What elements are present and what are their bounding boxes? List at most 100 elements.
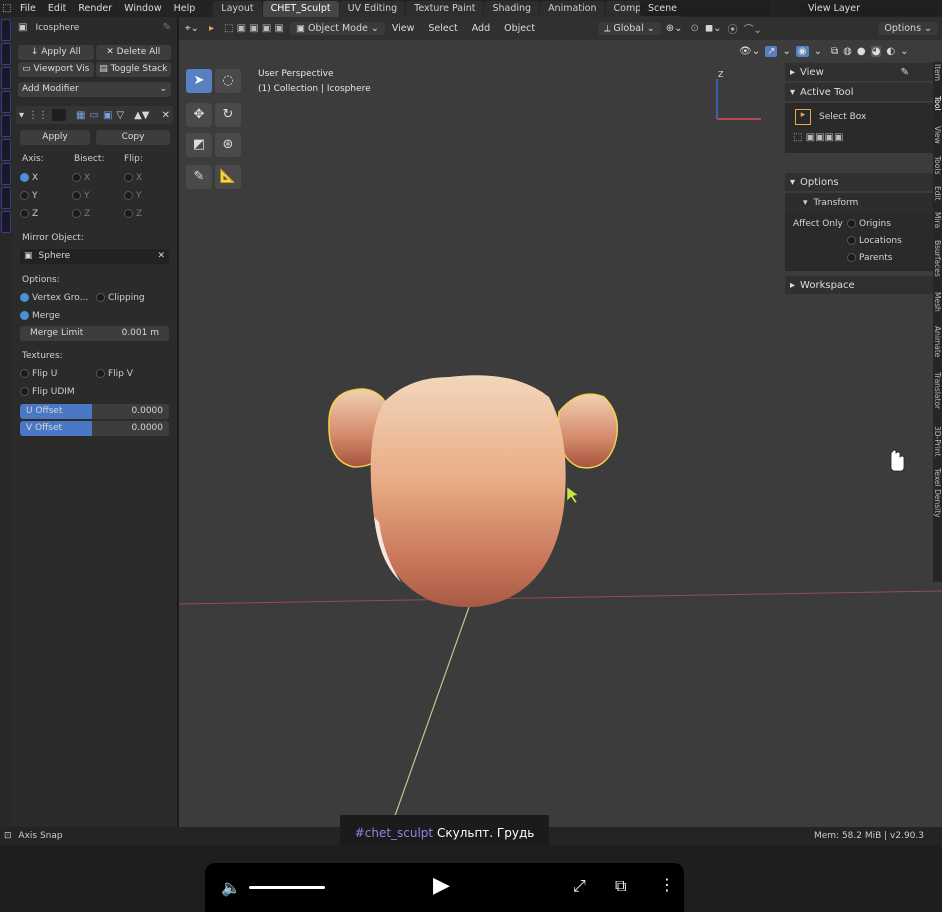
blender-logo-icon[interactable]: ⬚ (0, 0, 14, 17)
copy-button[interactable]: Copy (96, 130, 170, 145)
axis-y-toggle[interactable]: Y (20, 191, 72, 201)
menu-render[interactable]: Render (72, 0, 118, 17)
edit-mode-icon[interactable]: ▦ (76, 110, 85, 121)
select-mode-icons[interactable]: ⬚ ▣▣▣▣ (793, 132, 843, 143)
object-tab-icon[interactable] (1, 139, 11, 161)
apply-all-icon: ↓ (30, 47, 42, 57)
physics-tab-icon[interactable] (1, 211, 11, 233)
mesh-icon: ▣ (18, 22, 28, 33)
flip-z-toggle[interactable]: Z (124, 209, 142, 219)
tab-texture-paint[interactable]: Texture Paint (406, 0, 484, 17)
move-up-icon[interactable]: ▲▼ (134, 110, 149, 121)
bisect-z-toggle[interactable]: Z (72, 209, 124, 219)
fullscreen-icon[interactable]: ⤢ (573, 876, 586, 896)
view-panel-header[interactable]: ▸ View ✎ (785, 63, 933, 81)
options-panel-header[interactable]: ▾ Options (785, 173, 933, 191)
clear-icon[interactable]: ✕ (157, 249, 165, 264)
modifier-tab-icon[interactable] (1, 163, 11, 185)
world-tab-icon[interactable] (1, 115, 11, 137)
toggle-stack-button[interactable]: ▤ Toggle Stack (95, 62, 171, 77)
transform-subpanel-header[interactable]: ▾ Transform (785, 193, 933, 213)
menu-help[interactable]: Help (168, 0, 202, 17)
3d-viewport[interactable]: ⌖⌄ ▸ ⬚ ▣ ▣ ▣ ▣ ▣ Object Mode ⌄ View Sele… (179, 17, 942, 827)
apply-all-button[interactable]: ↓ Apply All (18, 45, 94, 60)
vertex-groups-toggle[interactable]: Vertex Gro... (20, 293, 96, 303)
tab-tool[interactable]: Tool (933, 96, 942, 124)
active-tool-panel-header[interactable]: ▾ Active Tool (785, 83, 933, 101)
flip-u-toggle[interactable]: Flip U (20, 369, 96, 379)
flip-y-toggle[interactable]: Y (124, 191, 142, 201)
tab-edit[interactable]: Edit (933, 186, 942, 210)
clipping-toggle[interactable]: Clipping (96, 293, 145, 303)
mirror-object-field[interactable]: ▣ Sphere ✕ (20, 249, 169, 264)
workspace-panel-header[interactable]: ▸ Workspace (785, 276, 933, 294)
add-modifier-dropdown[interactable]: Add Modifier ⌄ (18, 82, 171, 97)
pin-icon[interactable]: ✎ (901, 67, 933, 78)
flip-udim-toggle[interactable]: Flip UDIM (20, 387, 75, 397)
volume-icon[interactable]: 🔈 (221, 878, 241, 897)
right-ear[interactable] (557, 393, 619, 469)
more-options-icon[interactable]: ⋮ (659, 875, 675, 894)
tool-tab-icon[interactable] (1, 19, 11, 41)
render-toggle-icon[interactable]: ▣ (103, 110, 112, 121)
caption-hashtag[interactable]: #chet_sculpt (355, 826, 433, 840)
menu-edit[interactable]: Edit (42, 0, 72, 17)
hand-cursor-icon (890, 449, 905, 472)
merge-label: Merge (32, 311, 61, 321)
tab-chet-sculpt[interactable]: CHET_Sculpt (262, 0, 339, 17)
tab-animation[interactable]: Animation (540, 0, 605, 17)
view-panel-label: View (800, 66, 824, 78)
tab-uv-editing[interactable]: UV Editing (339, 0, 406, 17)
tab-tools[interactable]: Tools (933, 156, 942, 184)
miniplayer-icon[interactable]: ⧉ (615, 876, 626, 896)
menu-file[interactable]: File (14, 0, 42, 17)
select-box-label: Select Box (819, 112, 867, 122)
merge-limit-field[interactable]: Merge Limit 0.001 m (20, 326, 169, 341)
play-icon[interactable]: ▶ (433, 873, 450, 898)
flip-label: Flip: (124, 154, 143, 164)
tab-mira[interactable]: Mira (933, 212, 942, 238)
bisect-y-toggle[interactable]: Y (72, 191, 124, 201)
modifier-name-field[interactable] (52, 109, 67, 121)
tab-bsurfaces[interactable]: Bsurfaces (933, 240, 942, 290)
icosphere-head[interactable] (370, 375, 566, 607)
render-tab-icon[interactable] (1, 43, 11, 65)
merge-toggle[interactable]: Merge (20, 311, 60, 321)
radio-icon (124, 173, 133, 182)
scene-selector[interactable]: Scene (640, 1, 770, 16)
flip-v-toggle[interactable]: Flip V (96, 369, 133, 379)
tab-3d-print[interactable]: 3D-Print (933, 426, 942, 466)
locations-toggle[interactable]: Locations (847, 236, 902, 246)
delete-all-button[interactable]: ✕ Delete All (95, 45, 171, 60)
tab-texel-density[interactable]: Texel Density (933, 468, 942, 528)
v-offset-field[interactable]: V Offset 0.0000 (20, 421, 169, 436)
view-layer-selector[interactable]: View Layer (800, 1, 942, 16)
bisect-x-toggle[interactable]: X (72, 173, 124, 183)
select-box-tool-row[interactable]: ▸ Select Box (795, 109, 866, 125)
tab-translator[interactable]: Translator (933, 372, 942, 424)
scene-tab-icon[interactable] (1, 91, 11, 113)
origins-toggle[interactable]: Origins (847, 219, 891, 229)
particles-tab-icon[interactable] (1, 187, 11, 209)
flip-x-toggle[interactable]: X (124, 173, 142, 183)
tab-item[interactable]: Item (933, 64, 942, 94)
tab-view[interactable]: View (933, 126, 942, 154)
tab-layout[interactable]: Layout (213, 0, 262, 17)
axis-x-toggle[interactable]: X (20, 173, 72, 183)
pin-icon[interactable]: ✎ (163, 22, 171, 33)
collapse-triangle-icon[interactable]: ▾ (19, 110, 24, 121)
viewport-toggle-icon[interactable]: ▭ (89, 110, 98, 121)
tab-animate[interactable]: Animate (933, 326, 942, 370)
cage-icon[interactable]: ▽ (116, 110, 124, 121)
remove-modifier-icon[interactable]: ✕ (162, 110, 170, 121)
apply-button[interactable]: Apply (20, 130, 90, 145)
viewport-vis-button[interactable]: ▭ Viewport Vis (18, 62, 94, 77)
tab-mesh[interactable]: Mesh (933, 292, 942, 324)
menu-window[interactable]: Window (118, 0, 167, 17)
axis-z-toggle[interactable]: Z (20, 209, 72, 219)
tab-shading[interactable]: Shading (484, 0, 540, 17)
volume-slider[interactable] (249, 886, 325, 889)
output-tab-icon[interactable] (1, 67, 11, 89)
parents-toggle[interactable]: Parents (847, 253, 893, 263)
u-offset-field[interactable]: U Offset 0.0000 (20, 404, 169, 419)
